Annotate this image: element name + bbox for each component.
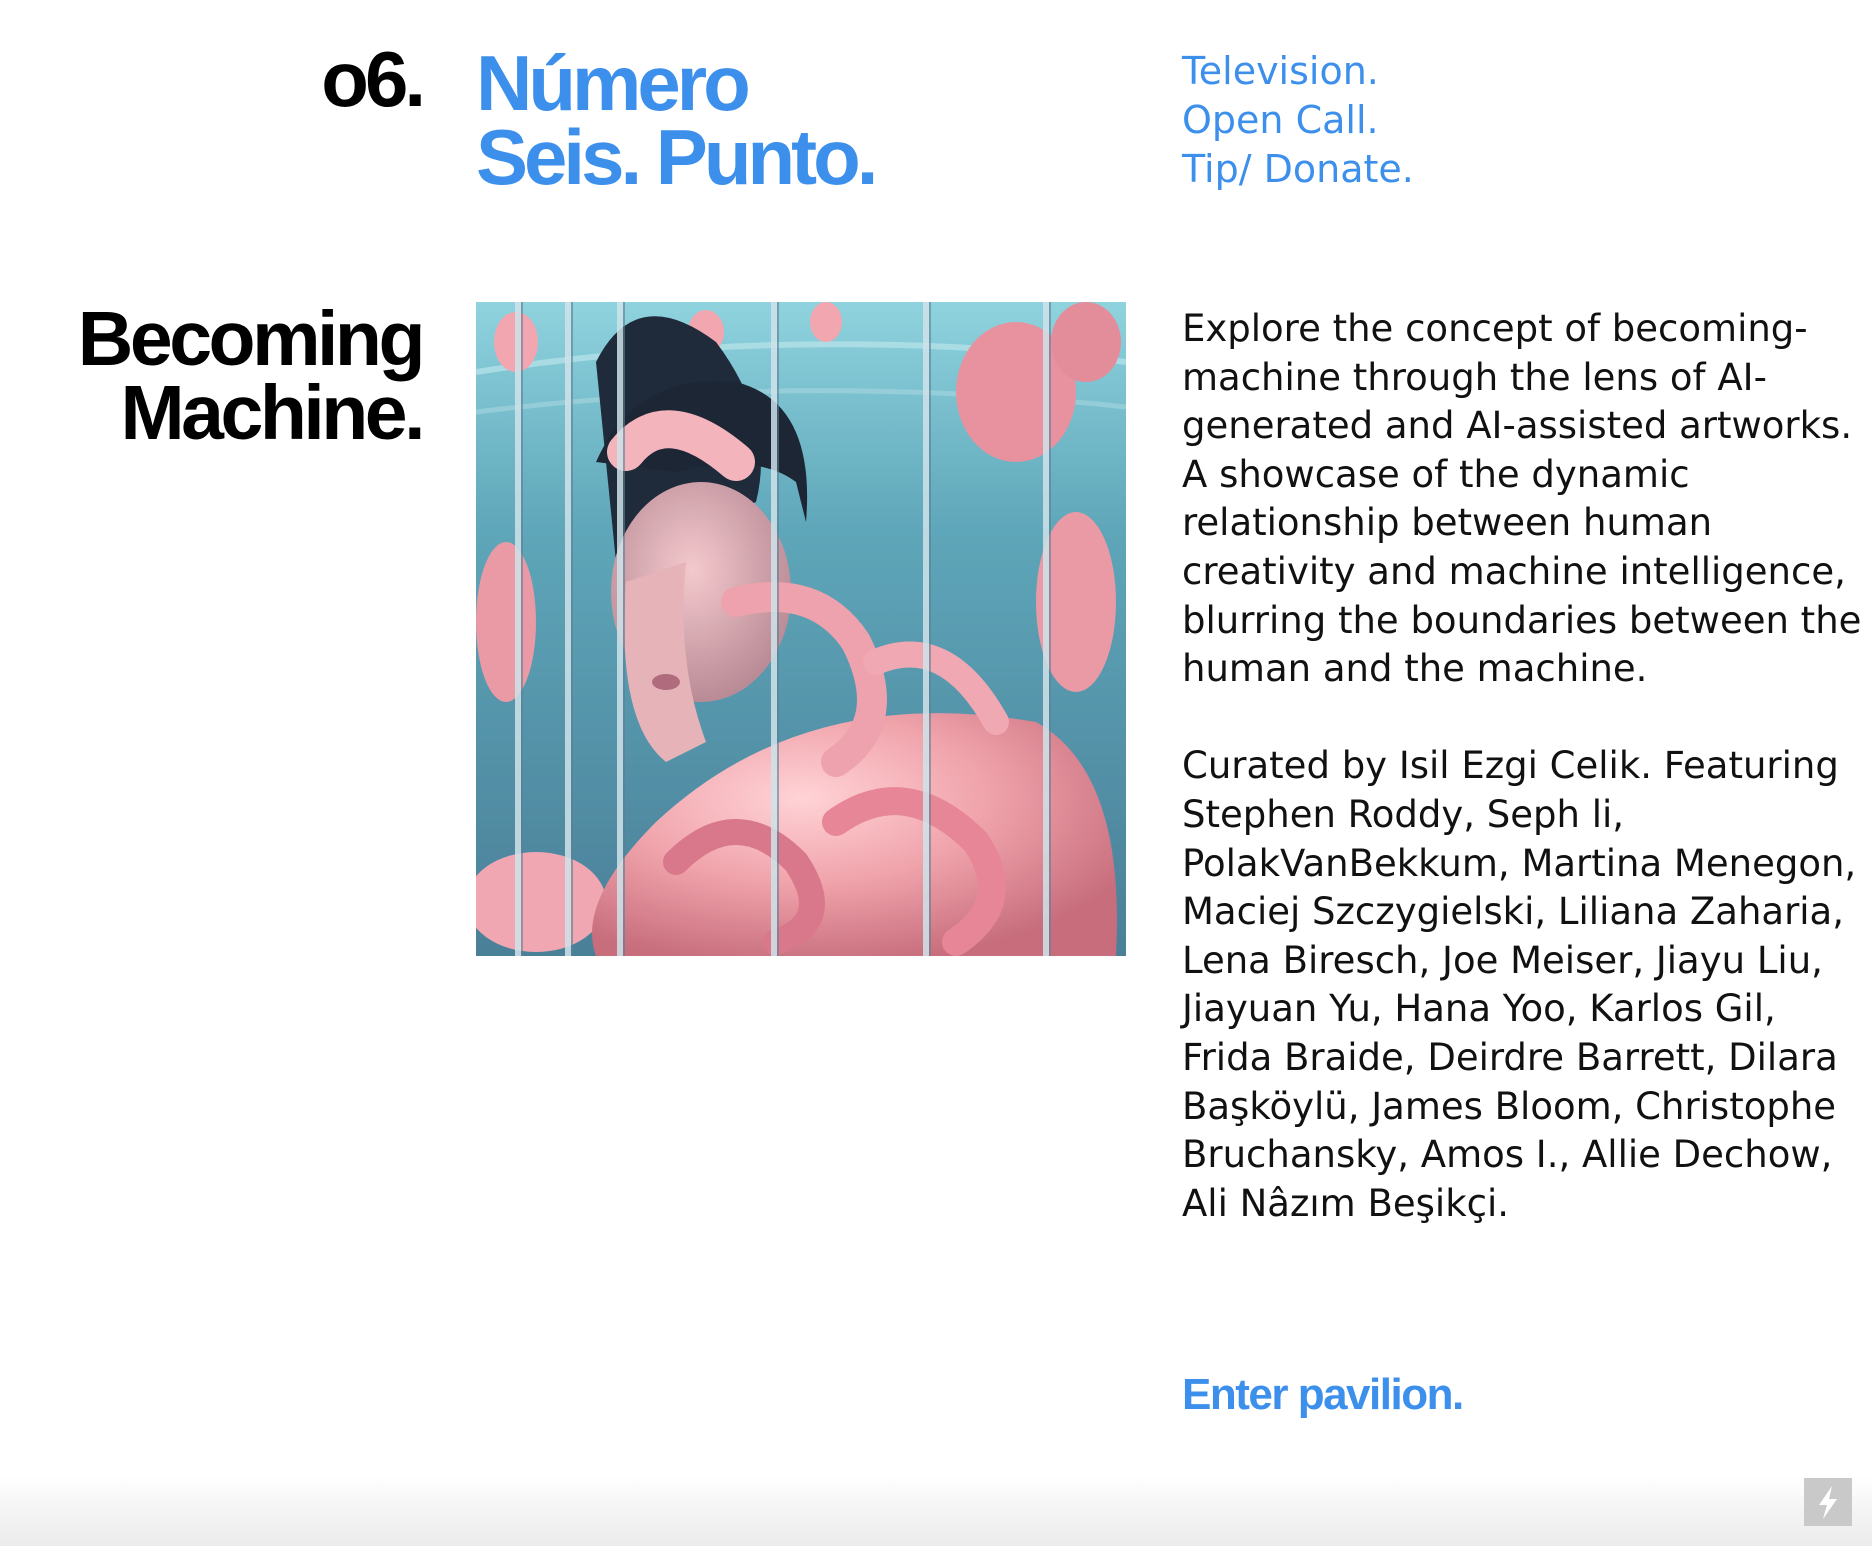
exhibit-description-block: Explore the concept of becoming-machine … — [1182, 305, 1862, 1228]
exhibit-artwork[interactable] — [476, 302, 1126, 956]
site-title-line-1[interactable]: Número — [476, 44, 874, 122]
site-title[interactable]: Número Seis. Punto. — [476, 44, 878, 196]
nav-link-tip-donate[interactable]: Tip/ Donate. — [1182, 145, 1682, 194]
exhibit-title-line-2: Machine. — [120, 370, 426, 456]
bottom-bar — [0, 1476, 1872, 1546]
exhibit-credits: Curated by Isil Ezgi Celik. Featuring St… — [1182, 744, 1857, 1225]
lightning-bolt-button[interactable] — [1804, 1478, 1852, 1526]
enter-pavilion-link[interactable]: Enter pavilion. — [1182, 1370, 1464, 1420]
exhibit-description: Explore the concept of becoming-machine … — [1182, 307, 1862, 691]
artwork-image — [476, 302, 1126, 956]
top-nav: Television. Open Call. Tip/ Donate. — [1182, 47, 1682, 194]
nav-link-television[interactable]: Television. — [1182, 47, 1682, 96]
nav-link-open-call[interactable]: Open Call. — [1182, 96, 1682, 145]
site-title-line-2[interactable]: Seis. Punto. — [476, 118, 878, 196]
exhibit-title: Becoming Machine. — [77, 296, 426, 456]
lightning-bolt-icon — [1819, 1486, 1837, 1519]
exhibit-title-line-1: Becoming — [77, 296, 426, 382]
issue-number: o6. — [321, 35, 426, 123]
